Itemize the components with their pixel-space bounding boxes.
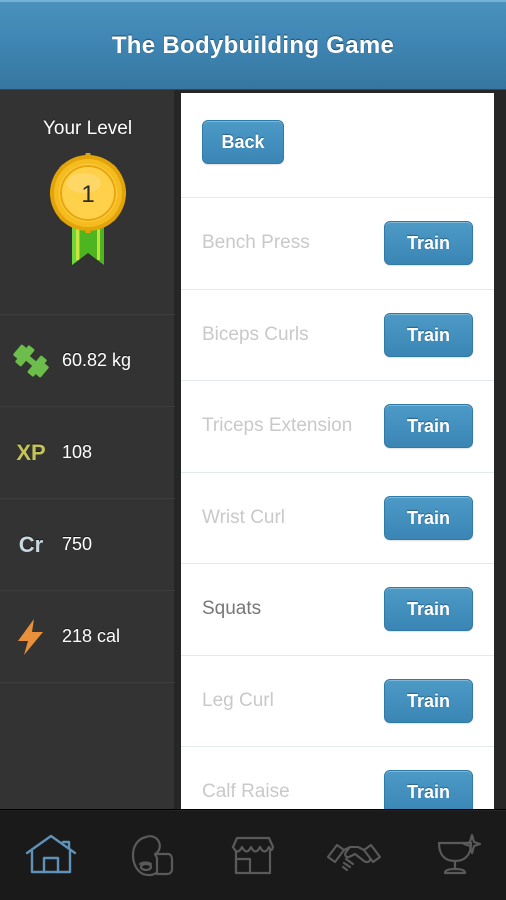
table-row[interactable]: Wrist Curl Train [181,473,494,564]
train-button[interactable]: Train [384,312,473,357]
table-row[interactable]: Leg Curl Train [181,656,494,747]
muscle-arm-icon [131,835,173,877]
train-button[interactable]: Train [384,587,473,632]
stat-value-energy: 218 cal [62,626,121,646]
panel-toolbar: Back [181,93,494,198]
level-label: Your Level [42,118,133,139]
train-button[interactable]: Train [384,495,473,540]
credits-glyph: Cr [18,531,44,557]
nav-item-achievements[interactable] [405,810,506,900]
handshake-icon [327,843,382,872]
table-row[interactable]: Bench Press Train [181,198,494,290]
stat-value-xp: 108 [62,442,93,462]
back-button[interactable]: Back [202,120,284,164]
home-icon [25,834,76,874]
stat-value-credits: 750 [62,534,93,554]
train-button[interactable]: Train [384,770,473,809]
train-button[interactable]: Train [384,404,473,449]
level-number: 1 [81,181,94,208]
nav-item-friends[interactable] [304,810,405,900]
dumbbell-icon [0,340,62,382]
shop-icon [231,836,275,875]
exercise-panel: Back Bench Press Train Biceps Curls Trai… [181,93,494,809]
table-row[interactable]: Triceps Extension Train [181,381,494,473]
exercise-name: Calf Raise [202,781,290,803]
train-button[interactable]: Train [384,678,473,723]
sidebar-filler [0,683,175,809]
app-body: Your Level 1 60.82 kg XP 108 Cr 750 218 … [0,90,506,809]
level-block: Your Level 1 [0,90,175,315]
energy-bolt-icon [0,617,62,657]
stat-row-xp: XP 108 [0,407,175,499]
page-title: The Bodybuilding Game [111,32,395,59]
table-row[interactable]: Biceps Curls Train [181,290,494,381]
train-button[interactable]: Train [384,221,473,266]
stat-row-weight: 60.82 kg [0,315,175,407]
exercise-name: Leg Curl [202,689,274,711]
exercise-name: Squats [202,598,262,620]
nav-item-workout[interactable] [101,810,202,900]
level-medal-icon: 1 [49,153,126,265]
table-row[interactable]: Calf Raise Train [181,747,494,809]
credits-icon: Cr [0,532,62,558]
xp-glyph: XP [16,439,46,465]
stat-row-credits: Cr 750 [0,499,175,591]
exercise-name: Triceps Extension [202,415,353,437]
stat-row-energy: 218 cal [0,591,175,683]
trophy-cup-icon [438,833,482,875]
nav-item-home[interactable] [0,810,101,900]
sidebar: Your Level 1 60.82 kg XP 108 Cr 750 218 … [0,90,175,809]
table-row[interactable]: Squats Train [181,564,494,656]
exercise-name: Wrist Curl [202,506,286,528]
app-root: The Bodybuilding Game Your Level 1 60.82… [0,0,506,900]
nav-item-shop[interactable] [202,810,303,900]
exercise-name: Bench Press [202,232,310,254]
xp-icon: XP [0,440,62,466]
content-wrap: Back Bench Press Train Biceps Curls Trai… [175,90,506,809]
app-header: The Bodybuilding Game [0,0,506,90]
bottom-navbar [0,809,506,900]
exercise-name: Biceps Curls [202,323,309,345]
stat-value-weight: 60.82 kg [62,350,132,370]
